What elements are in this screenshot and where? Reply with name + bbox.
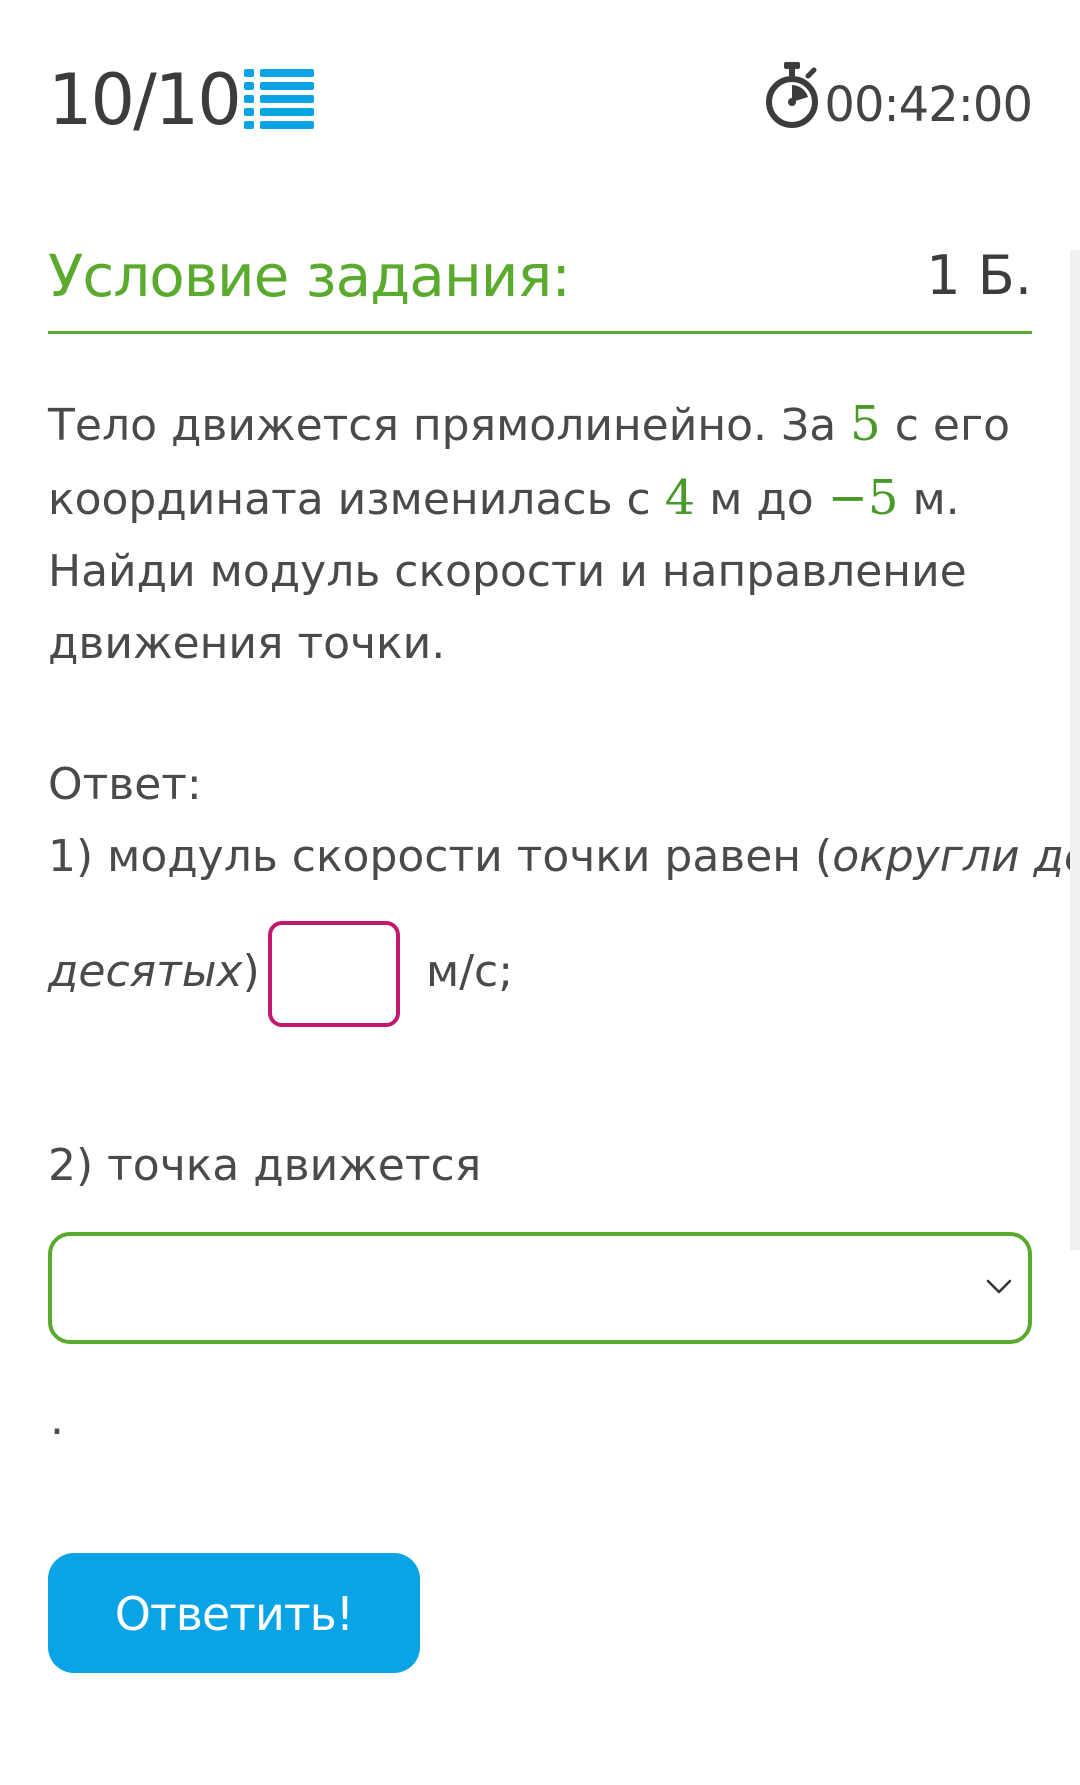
header: 10/10 00:42:00 (48, 55, 1033, 145)
problem-statement: Тело движется прямолинейно. За 5 с его к… (48, 388, 1032, 680)
points-badge: 1 Б. (926, 244, 1032, 307)
chevron-down-icon (986, 1279, 1012, 1294)
problem-text: Тело движется прямолинейно. За (48, 400, 851, 451)
start-coordinate: 4 (664, 470, 696, 526)
question-1-text: 1) модуль скорости точки равен (округли … (48, 821, 1080, 893)
speed-answer-input[interactable] (268, 921, 400, 1027)
question-1-hint: округли до (832, 831, 1080, 882)
section-divider (48, 331, 1032, 334)
time-value: 5 (850, 396, 881, 452)
direction-select[interactable] (48, 1232, 1032, 1344)
question-1-hint: десятых (48, 946, 243, 997)
trailing-period: . (50, 1394, 64, 1445)
end-coordinate: −5 (827, 470, 899, 526)
section-title: Условие задания: (48, 242, 571, 310)
scrollbar-track[interactable] (1070, 250, 1080, 1250)
submit-answer-button[interactable]: Ответить! (48, 1553, 420, 1673)
question-1-text-cont: десятых) (48, 936, 260, 1008)
question-1-close: ) (242, 946, 260, 997)
answer-label: Ответ: (48, 759, 202, 810)
question-2-label: 2) точка движется (48, 1140, 482, 1191)
list-icon[interactable] (244, 67, 314, 131)
timer-display: 00:42:00 (824, 77, 1033, 133)
speed-unit: м/с; (426, 946, 514, 997)
problem-text: м до (695, 474, 828, 525)
question-counter: 10/10 (48, 59, 242, 141)
stopwatch-icon (766, 62, 818, 128)
question-1-prefix: 1) модуль скорости точки равен ( (48, 831, 833, 882)
